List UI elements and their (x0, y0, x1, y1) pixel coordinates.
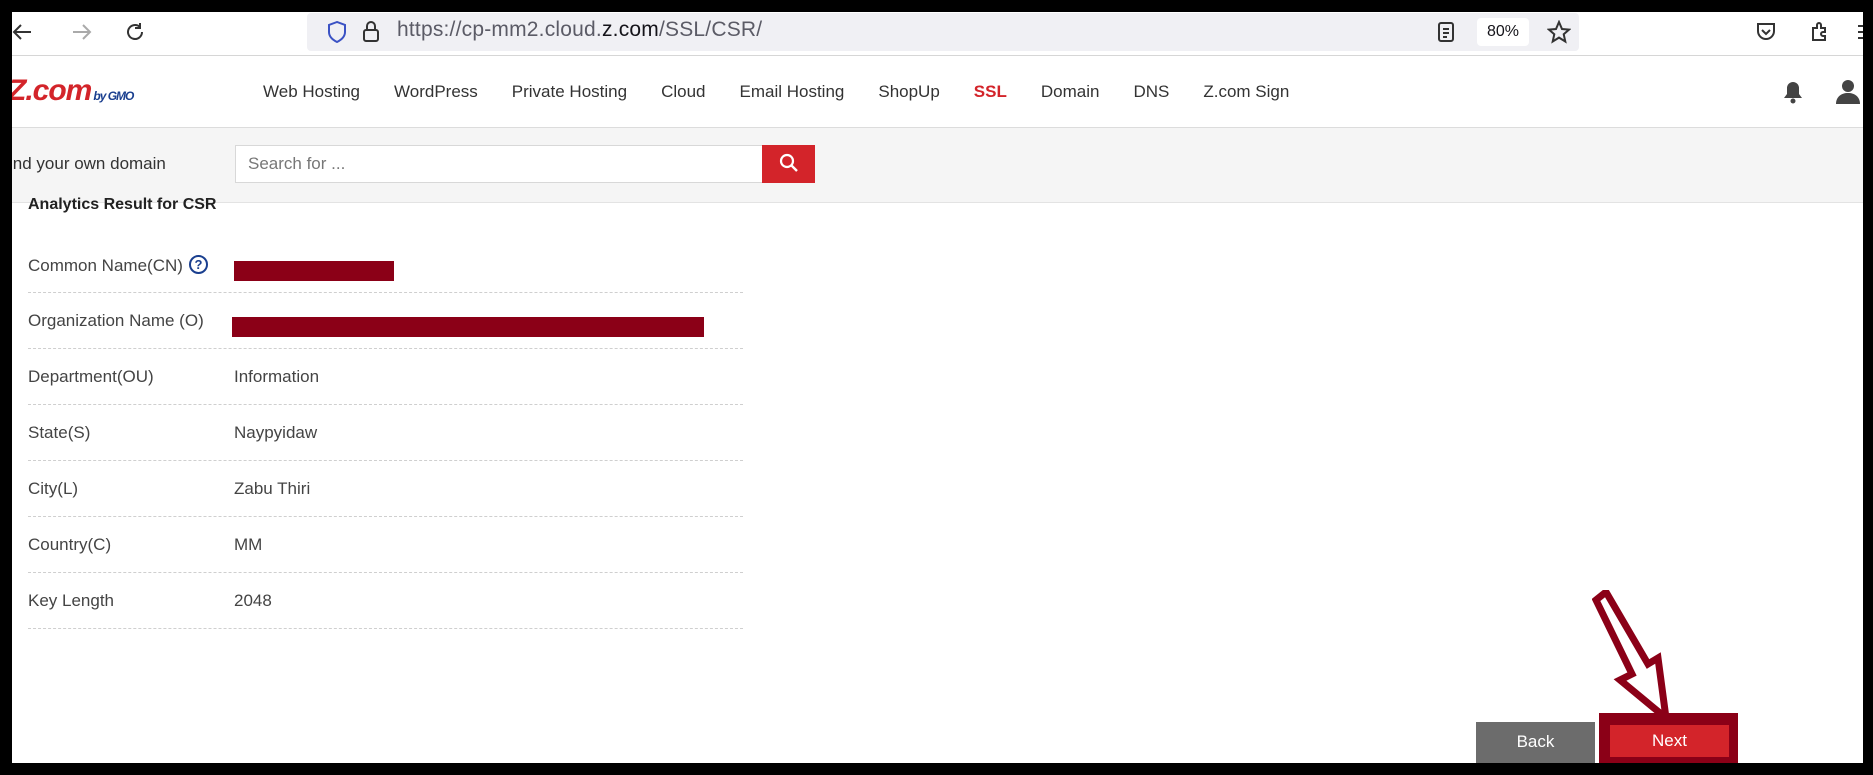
site-header: Z.com by GMO Web Hosting WordPress Privat… (12, 56, 1863, 128)
row-organization: Organization Name (O) (28, 293, 743, 349)
find-domain-label: ind your own domain (12, 154, 166, 173)
nav-dns[interactable]: DNS (1133, 82, 1169, 102)
browser-toolbar: https://cp-mm2.cloud.z.com/SSL/CSR/ 80% (12, 12, 1863, 56)
row-common-name: Common Name(CN)? (28, 237, 743, 293)
row-value: Zabu Thiri (234, 479, 311, 498)
annotation-arrow-icon (1592, 590, 1670, 720)
nav-private-hosting[interactable]: Private Hosting (512, 82, 627, 102)
row-label: Key Length (28, 591, 115, 610)
domain-search-input[interactable] (235, 145, 763, 183)
next-button[interactable]: Next (1610, 725, 1729, 757)
zcom-logo[interactable]: Z.com by GMO (12, 74, 134, 108)
reader-view-icon[interactable] (1437, 21, 1455, 48)
forward-arrow-icon[interactable] (66, 16, 98, 48)
redacted-value (234, 261, 394, 281)
row-label: Organization Name (O) (28, 311, 204, 330)
pocket-icon[interactable] (1750, 16, 1782, 48)
nav-zcom-sign[interactable]: Z.com Sign (1203, 82, 1289, 102)
url-text: https://cp-mm2.cloud.z.com/SSL/CSR/ (397, 18, 763, 41)
main-nav: Web Hosting WordPress Private Hosting Cl… (263, 56, 1323, 128)
nav-ssl[interactable]: SSL (974, 82, 1007, 102)
nav-domain[interactable]: Domain (1041, 82, 1100, 102)
row-value: MM (234, 535, 263, 554)
url-bar[interactable]: https://cp-mm2.cloud.z.com/SSL/CSR/ 80% (307, 13, 1579, 51)
row-label: Department(OU) (28, 367, 154, 386)
browser-window: https://cp-mm2.cloud.z.com/SSL/CSR/ 80% … (12, 12, 1863, 763)
lock-icon[interactable] (362, 20, 380, 47)
row-value: Naypyidaw (234, 423, 318, 442)
notification-bell-icon[interactable] (1782, 80, 1804, 104)
row-label: State(S) (28, 423, 91, 442)
csr-result-table: Common Name(CN)? Organization Name (O) D… (28, 237, 743, 629)
help-question-icon[interactable]: ? (188, 255, 208, 274)
tracking-shield-icon[interactable] (327, 20, 347, 48)
nav-shopup[interactable]: ShopUp (878, 82, 939, 102)
row-country: Country(C) MM (28, 517, 743, 573)
redacted-value (232, 317, 704, 337)
menu-icon[interactable] (1850, 16, 1863, 48)
domain-search-band: ind your own domain (12, 128, 1863, 203)
reload-icon[interactable] (119, 16, 151, 48)
zoom-level-badge[interactable]: 80% (1477, 18, 1529, 46)
nav-email-hosting[interactable]: Email Hosting (739, 82, 844, 102)
search-icon (779, 153, 799, 176)
search-button[interactable] (762, 145, 815, 183)
nav-wordpress[interactable]: WordPress (394, 82, 478, 102)
row-label: City(L) (28, 479, 79, 498)
extensions-icon[interactable] (1804, 16, 1836, 48)
row-department: Department(OU) Information (28, 349, 743, 405)
result-title: Analytics Result for CSR (28, 196, 217, 213)
back-button[interactable]: Back (1476, 722, 1595, 763)
nav-web-hosting[interactable]: Web Hosting (263, 82, 360, 102)
back-arrow-icon[interactable] (12, 16, 38, 48)
row-label: Common Name(CN)? (28, 255, 208, 276)
row-value: 2048 (234, 591, 272, 610)
row-state: State(S) Naypyidaw (28, 405, 743, 461)
row-key-length: Key Length 2048 (28, 573, 743, 629)
user-account-icon[interactable] (1835, 78, 1861, 104)
row-label: Country(C) (28, 535, 112, 554)
nav-cloud[interactable]: Cloud (661, 82, 705, 102)
bookmark-star-icon[interactable] (1546, 19, 1572, 49)
row-city: City(L) Zabu Thiri (28, 461, 743, 517)
row-value: Information (234, 367, 320, 386)
